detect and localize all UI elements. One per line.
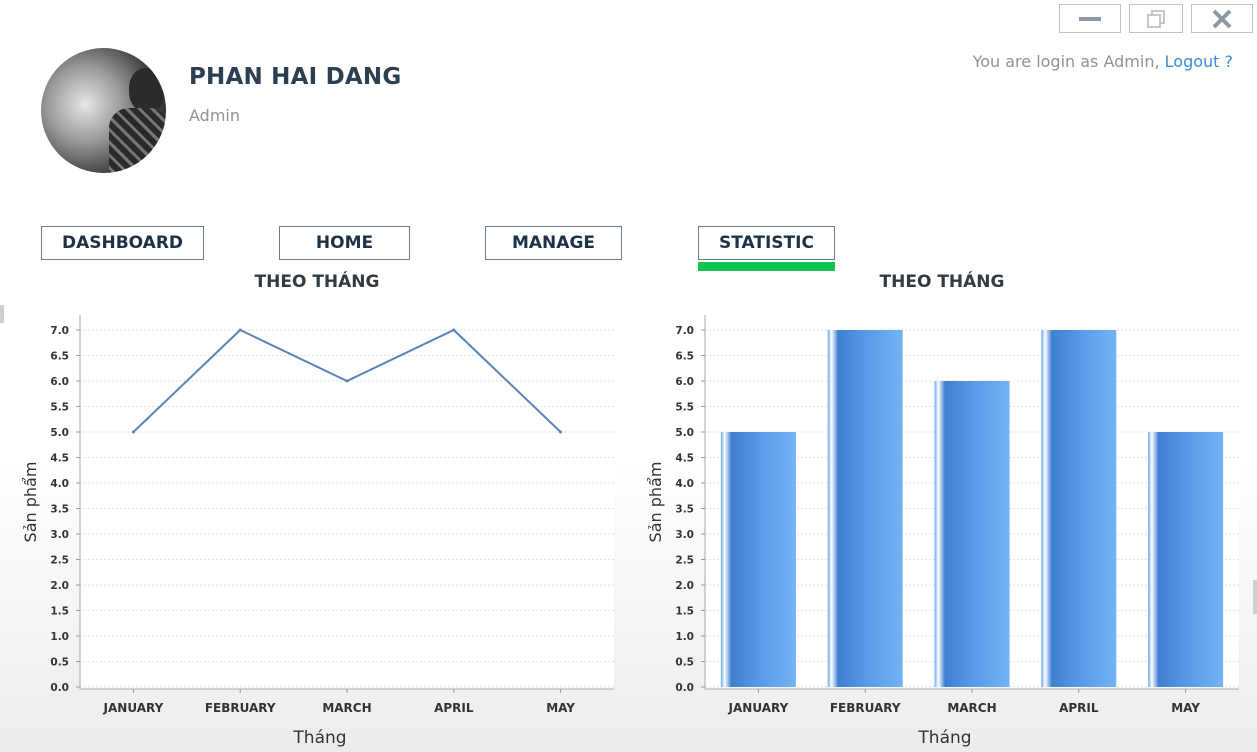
avatar	[41, 48, 166, 173]
bar	[934, 381, 1010, 687]
line-point	[345, 379, 349, 383]
y-tick-label: 3.0	[50, 529, 69, 541]
x-axis-title: Tháng	[917, 728, 971, 748]
y-tick-label: 3.0	[675, 529, 694, 541]
x-tick-label: JANUARY	[103, 701, 164, 715]
avatar-head-shape	[129, 68, 165, 112]
y-tick-label: 5.5	[675, 402, 694, 414]
x-tick-label: MAY	[1171, 701, 1200, 715]
minimize-button[interactable]	[1059, 4, 1121, 33]
y-tick-label: 5.5	[50, 402, 69, 414]
y-tick-label: 1.5	[50, 606, 69, 618]
y-axis-title: Sản phẩm	[21, 462, 40, 543]
y-tick-label: 6.5	[50, 351, 69, 363]
y-tick-label: 6.0	[675, 376, 694, 388]
x-tick-label: JANUARY	[728, 701, 789, 715]
y-tick-label: 5.0	[675, 427, 694, 439]
y-tick-label: 7.0	[675, 325, 694, 337]
active-tab-indicator	[698, 262, 835, 271]
y-tick-label: 4.0	[50, 478, 69, 490]
bar	[720, 432, 796, 687]
nav-manage-button[interactable]: MANAGE	[485, 226, 622, 260]
restore-button[interactable]	[1129, 4, 1183, 33]
bar-chart-title: THEO THÁNG	[879, 272, 1005, 292]
x-tick-label: FEBRUARY	[830, 701, 901, 715]
y-tick-label: 4.5	[50, 453, 69, 465]
y-tick-label: 1.5	[675, 606, 694, 618]
y-tick-label: 2.5	[50, 555, 69, 567]
y-tick-label: 0.0	[675, 682, 694, 694]
nav-home-button[interactable]: HOME	[279, 226, 410, 260]
y-tick-label: 1.0	[50, 631, 69, 643]
y-tick-label: 2.5	[675, 555, 694, 567]
y-tick-label: 4.5	[675, 453, 694, 465]
x-tick-label: MAY	[546, 701, 575, 715]
left-edge-mark	[0, 305, 4, 323]
x-tick-label: FEBRUARY	[205, 701, 276, 715]
line-chart: 0.0 0.5 1.0 1.5 2.0 2.5 3.0 3.5 4.0 4.5 5.0 5.5 6.0 6…	[21, 315, 614, 748]
y-tick-label: 4.0	[675, 478, 694, 490]
plot-area	[80, 315, 614, 689]
y-axis-title: Sản phẩm	[646, 462, 665, 543]
x-tick-label: APRIL	[1059, 701, 1099, 715]
bar-chart: 0.0 0.5 1.0 1.5 2.0 2.5 3.0 3.5 4.0 4.5 5.0 5.5 6.0 6…	[646, 315, 1239, 748]
x-axis-title: Tháng	[292, 728, 346, 748]
restore-icon	[1147, 9, 1165, 28]
y-tick-label: 5.0	[50, 427, 69, 439]
bar	[827, 330, 903, 687]
y-tick-label: 0.5	[675, 657, 694, 669]
nav-dashboard-button[interactable]: DASHBOARD	[41, 226, 204, 260]
close-button[interactable]	[1191, 4, 1253, 33]
right-edge-mark	[1253, 580, 1257, 614]
y-tick-label: 1.0	[675, 631, 694, 643]
y-tick-label: 0.5	[50, 657, 69, 669]
x-tick-label: MARCH	[322, 701, 371, 715]
x-tick-label: APRIL	[434, 701, 474, 715]
y-tick-label: 7.0	[50, 325, 69, 337]
y-tick-label: 3.5	[50, 504, 69, 516]
y-tick-label: 0.0	[50, 682, 69, 694]
y-tick-label: 2.0	[675, 580, 694, 592]
x-tick-label: MARCH	[947, 701, 996, 715]
bar	[1148, 432, 1224, 687]
y-tick-label: 3.5	[675, 504, 694, 516]
line-point	[559, 430, 563, 434]
line-chart-title: THEO THÁNG	[254, 272, 380, 292]
user-name: PHAN HAI DANG	[189, 64, 402, 90]
login-status-text: You are login as Admin,	[972, 52, 1165, 71]
line-point	[238, 328, 242, 332]
nav-statistic-button[interactable]: STATISTIC	[698, 226, 835, 260]
y-tick-label: 6.5	[675, 351, 694, 363]
logout-link[interactable]: Logout ?	[1165, 52, 1233, 71]
login-info: You are login as Admin, Logout ?	[973, 52, 1233, 71]
minimize-icon	[1079, 16, 1101, 21]
y-tick-label: 6.0	[50, 376, 69, 388]
close-icon	[1212, 9, 1232, 28]
avatar-torso-shape	[109, 108, 166, 173]
line-point	[131, 430, 135, 434]
bar	[1041, 330, 1117, 687]
y-tick-label: 2.0	[50, 580, 69, 592]
user-role: Admin	[189, 106, 240, 125]
line-point	[452, 328, 456, 332]
